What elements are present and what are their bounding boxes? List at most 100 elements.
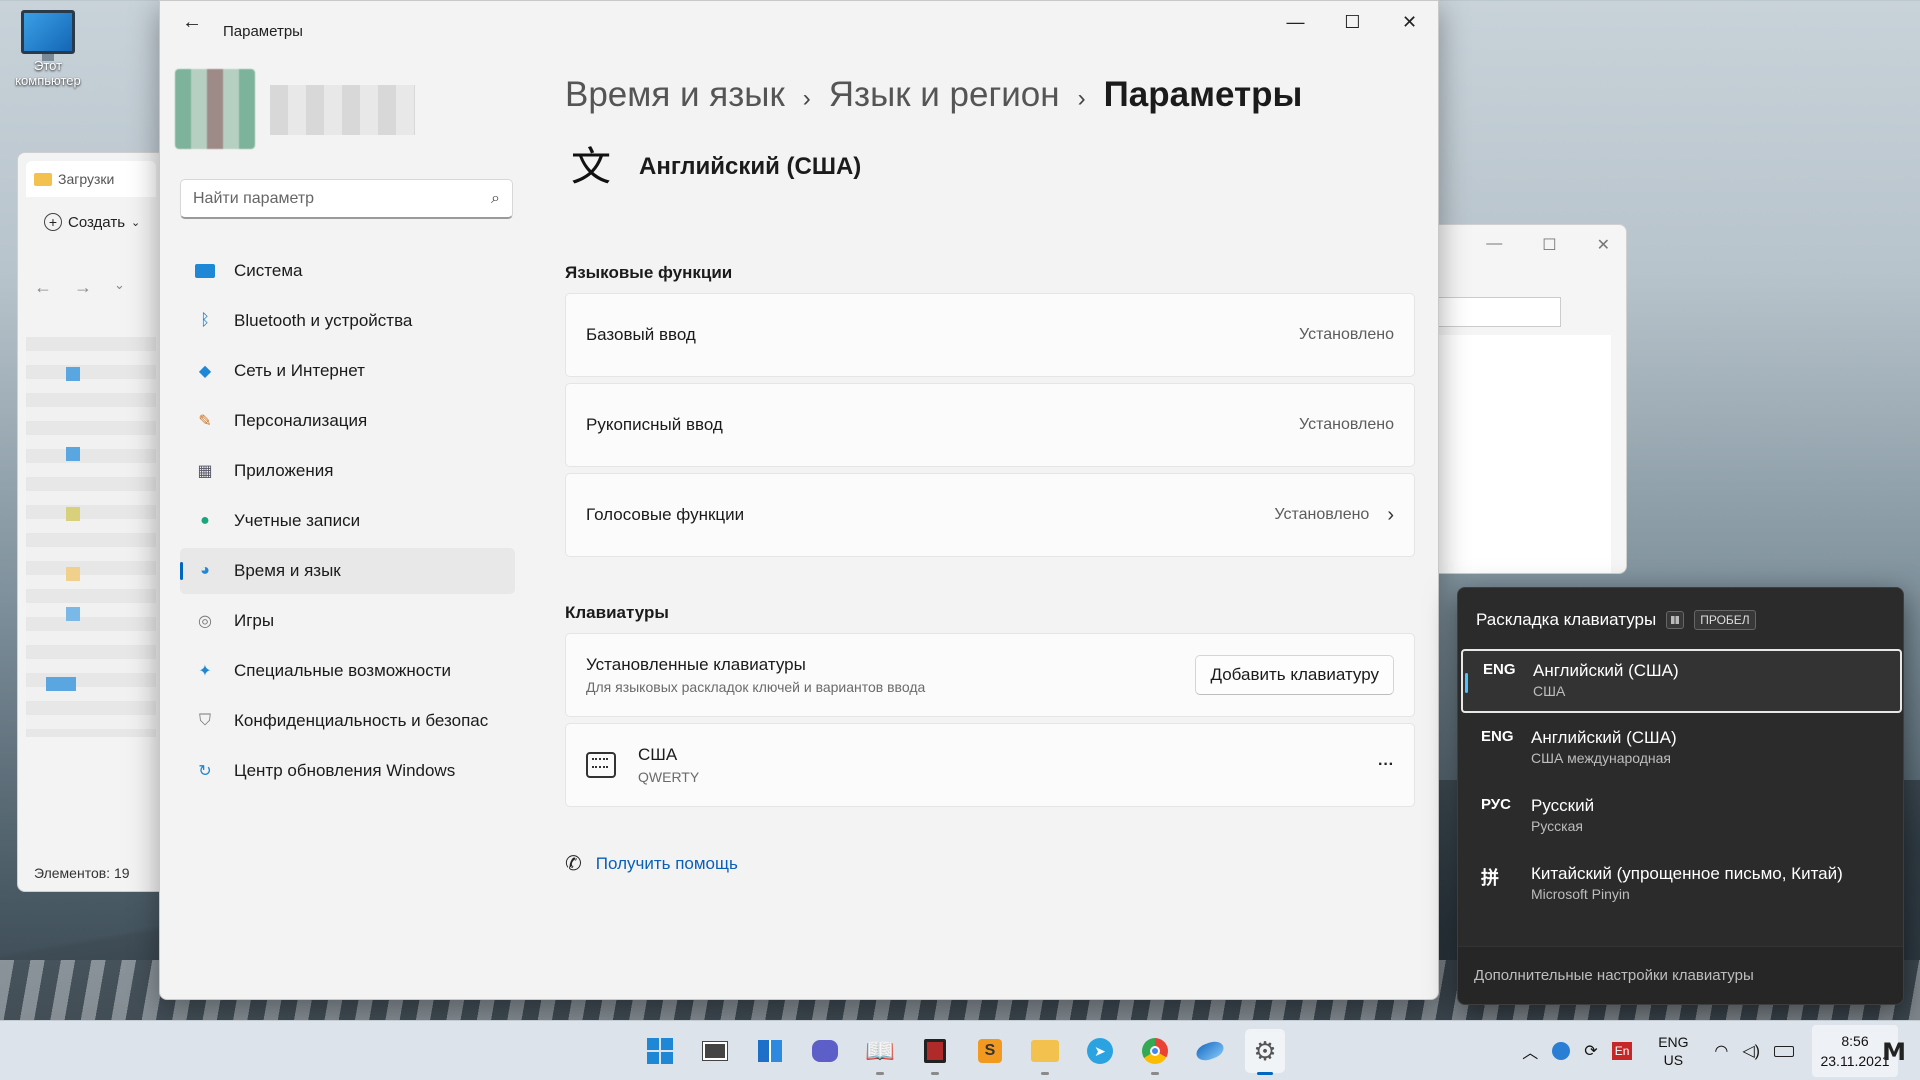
sidebar-item-label: Конфиденциальность и безопас (234, 711, 489, 730)
file-explorer-button[interactable] (1025, 1029, 1065, 1075)
sidebar-item-label: Игры (234, 611, 275, 630)
flyout-item-text: Английский (США) США международная (1531, 728, 1677, 782)
history-chevron-icon[interactable]: ⌄ (114, 277, 125, 298)
sidebar-item-apps[interactable]: ▦ Приложения (180, 448, 515, 494)
minimize-button[interactable]: — (1267, 1, 1324, 43)
start-button[interactable] (640, 1029, 680, 1073)
chevron-up-icon[interactable]: ︿ (1522, 1039, 1538, 1063)
settings-search-input[interactable]: Найти параметр ⌕ (180, 179, 513, 219)
maximize-icon[interactable]: ☐ (1542, 235, 1556, 255)
flyout-item-rus[interactable]: РУС Русский Русская (1461, 786, 1902, 850)
sidebar-item-windows-update[interactable]: ↻ Центр обновления Windows (180, 748, 515, 794)
installed-keyboards-sub: Для языковых раскладок ключей и варианто… (586, 679, 926, 695)
swift-app-button[interactable] (1190, 1029, 1230, 1073)
sidebar-item-label: Приложения (234, 461, 334, 480)
sidebar-item-accessibility[interactable]: ✦ Специальные возможности (180, 648, 515, 694)
sync-icon[interactable]: ⟳ (1584, 1041, 1597, 1061)
book-app-button[interactable]: 📖 (860, 1029, 900, 1075)
maximize-button[interactable]: ☐ (1324, 1, 1381, 43)
keyboard-icon (586, 752, 616, 778)
more-options-button[interactable]: ··· (1378, 756, 1394, 774)
folder-icon (34, 172, 52, 186)
breadcrumb-item[interactable]: Язык и регион (829, 75, 1060, 114)
floppy-app-button[interactable] (915, 1029, 955, 1075)
bg-search-field[interactable] (1431, 297, 1561, 327)
more-keyboard-settings-link[interactable]: Дополнительные настройки клавиатуры (1458, 946, 1903, 1004)
input-language-indicator[interactable]: ENG US (1649, 1033, 1697, 1069)
widgets-button[interactable] (750, 1029, 790, 1073)
sidebar-item-label: Время и язык (234, 561, 341, 580)
back-arrow-icon[interactable]: ← (34, 277, 52, 298)
sidebar-item-privacy[interactable]: ⛉ Конфиденциальность и безопас (180, 698, 515, 744)
chrome-icon (1142, 1038, 1168, 1064)
section-title-keyboards: Клавиатуры (565, 603, 669, 622)
taskbar-apps: 📖 S ➤ ⚙ (640, 1029, 1285, 1075)
add-keyboard-button[interactable]: Добавить клавиатуру (1195, 655, 1394, 695)
flyout-item-eng-us[interactable]: ENG Английский (США) США (1461, 649, 1902, 713)
breadcrumb-item[interactable]: Время и язык (565, 75, 785, 114)
back-arrow-icon[interactable]: ← (182, 11, 202, 34)
swift-icon (1194, 1038, 1226, 1064)
forward-arrow-icon[interactable]: → (74, 277, 92, 298)
desktop-icon-label: Этот компьютер (15, 58, 81, 88)
explorer-status: Элементов: 19 (34, 865, 130, 881)
background-window[interactable]: — ☐ ✕ (1430, 224, 1627, 574)
minimize-icon[interactable]: — (1486, 235, 1502, 255)
flyout-header: Раскладка клавиатуры ПРОБЕЛ (1476, 610, 1756, 630)
explorer-tab[interactable]: Загрузки (26, 161, 156, 197)
app-title: Параметры (223, 23, 303, 40)
settings-taskbar-button[interactable]: ⚙ (1245, 1029, 1285, 1075)
flyout-item-name: Русский (1531, 796, 1595, 815)
close-icon[interactable]: ✕ (1597, 235, 1610, 255)
running-indicator (1257, 1072, 1273, 1075)
sidebar-item-gaming[interactable]: ◎ Игры (180, 598, 515, 644)
flyout-item-pinyin[interactable]: 拼 Китайский (упрощенное письмо, Китай) M… (1461, 854, 1902, 918)
app-tray-icon[interactable] (1552, 1042, 1571, 1060)
file-list-blurred (26, 337, 156, 737)
teams-chat-button[interactable] (805, 1029, 845, 1073)
system-tray: ︿ ⟳ En ENG US ◠ ◁) 8:56 23.11.2021 (1515, 1021, 1920, 1080)
create-button[interactable]: + Создать ⌄ (44, 213, 140, 231)
get-help-link[interactable]: ✆ Получить помощь (565, 851, 738, 876)
sidebar-item-personalization[interactable]: ✎ Персонализация (180, 398, 515, 444)
flyout-item-name: Китайский (упрощенное письмо, Китай) (1531, 864, 1843, 883)
flyout-item-code: 拼 (1481, 868, 1499, 888)
feature-handwriting[interactable]: Рукописный ввод Установлено (565, 383, 1415, 467)
lang-top: ENG (1658, 1034, 1689, 1050)
chrome-button[interactable] (1135, 1029, 1175, 1075)
battery-icon[interactable] (1774, 1045, 1794, 1057)
sidebar-item-time-language[interactable]: ◕ Время и язык (180, 548, 515, 594)
task-view-button[interactable] (695, 1029, 735, 1073)
settings-window[interactable]: ← Параметры — ☐ ✕ Найти параметр ⌕ Систе… (159, 0, 1439, 1000)
monitor-icon (21, 10, 75, 61)
feature-basic-typing[interactable]: Базовый ввод Установлено (565, 293, 1415, 377)
volume-icon[interactable]: ◁) (1742, 1041, 1760, 1061)
feature-speech[interactable]: Голосовые функции Установлено › (565, 473, 1415, 557)
ime-badge[interactable]: En (1611, 1042, 1633, 1060)
close-button[interactable]: ✕ (1381, 1, 1438, 43)
apps-icon: ▦ (197, 463, 213, 480)
accessibility-icon: ✦ (198, 663, 212, 680)
windows-logo-icon (647, 1038, 673, 1064)
sidebar-item-accounts[interactable]: ● Учетные записи (180, 498, 515, 544)
explorer-window[interactable]: Загрузки + Создать ⌄ ← → ⌄ Элементов: 19 (17, 152, 165, 892)
sidebar-item-label: Центр обновления Windows (234, 761, 456, 780)
sidebar-item-network[interactable]: ◆ Сеть и Интернет (180, 348, 515, 394)
desktop-icon-this-pc[interactable]: Этот компьютер (8, 10, 88, 88)
telegram-button[interactable]: ➤ (1080, 1029, 1120, 1073)
flyout-item-name: Английский (США) (1531, 728, 1677, 747)
watermark-logo: M (1882, 1038, 1906, 1066)
feature-label: Рукописный ввод (586, 415, 723, 434)
wifi-icon[interactable]: ◠ (1714, 1041, 1728, 1061)
keyboard-layout-type: QWERTY (638, 769, 700, 785)
sidebar-item-system[interactable]: Система (180, 248, 515, 294)
flyout-item-eng-intl[interactable]: ENG Английский (США) США международная (1461, 718, 1902, 782)
flyout-item-sub: США международная (1531, 750, 1672, 766)
sidebar-item-bluetooth[interactable]: ᛒ Bluetooth и устройства (180, 298, 515, 344)
keyboard-layout-row[interactable]: США QWERTY ··· (565, 723, 1415, 807)
avatar[interactable] (175, 69, 255, 149)
installed-keyboards-text: Установленные клавиатуры Для языковых ра… (586, 655, 925, 695)
sublime-button[interactable]: S (970, 1029, 1010, 1073)
language-header: 文 Английский (США) (565, 141, 861, 193)
sidebar-item-label: Bluetooth и устройства (234, 311, 413, 330)
